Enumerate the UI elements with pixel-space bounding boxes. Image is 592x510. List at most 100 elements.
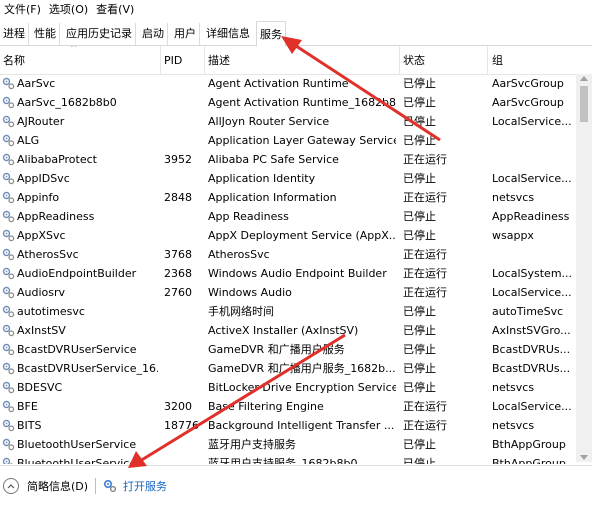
vertical-scrollbar[interactable] [576,74,592,462]
table-row[interactable]: AarSvc Agent Activation Runtime 已停止 AarSvcG… [0,74,576,93]
table-row[interactable]: BFE 3200 Base Filtering Engine 正在运行 LocalSer… [0,397,576,416]
service-pid: 2368 [164,267,192,280]
service-name: AarSvc_1682b8b0 [17,96,117,109]
column-header-group[interactable]: 组 [489,46,578,74]
tab-details[interactable]: 详细信息 [203,23,253,45]
service-group: netsvcs [492,419,535,432]
menu-file[interactable]: 文件(F) [0,0,45,20]
table-row[interactable]: BDESVC BitLocker Drive Encryption Service… [0,378,576,397]
service-name: BcastDVRUserService [17,343,137,356]
service-description: 手机网络时间 [208,305,274,318]
service-pid [164,112,204,131]
table-row[interactable]: AlibabaProtect 3952 Alibaba PC Safe Servic… [0,150,576,169]
service-name: BluetoothUserService_... [17,457,153,464]
scrollbar-thumb[interactable] [580,86,588,122]
table-row[interactable]: ALG Application Layer Gateway Service 已停止 [0,131,576,150]
service-name-cell: AarSvc_1682b8b0 [0,93,158,112]
service-name-cell: BcastDVRUserService_16... [0,359,158,378]
service-group: LocalSystem... [492,267,573,280]
column-header-status[interactable]: 状态 [400,46,488,74]
table-row[interactable]: AtherosSvc 3768 AtherosSvc 正在运行 [0,245,576,264]
tab-services[interactable]: 服务 [256,21,286,47]
services-gear-icon [103,479,117,493]
table-row[interactable]: AppIDSvc Application Identity 已停止 LocalServ… [0,169,576,188]
service-status: 已停止 [403,96,436,109]
table-row[interactable]: AarSvc_1682b8b0 Agent Activation Runtime_… [0,93,576,112]
service-name: BDESVC [17,381,63,394]
table-row[interactable]: Audiosrv 2760 Windows Audio 正在运行 LocalServic… [0,283,576,302]
table-row[interactable]: AxInstSV ActiveX Installer (AxInstSV) 已停止 A… [0,321,576,340]
service-status: 已停止 [403,457,436,464]
service-name: AppReadiness [17,210,95,223]
service-pid [164,226,204,245]
service-pid [164,321,204,340]
service-description: Application Layer Gateway Service [208,134,396,147]
service-status: 正在运行 [403,191,447,204]
service-group: AxInstSVGro... [492,324,571,337]
tab-processes[interactable]: 进程 [0,23,29,45]
service-name-cell: AarSvc [0,74,158,93]
table-row[interactable]: autotimesvc 手机网络时间 已停止 autoTimeSvc [0,302,576,321]
service-group: AppReadiness [492,210,570,223]
service-pid [164,340,204,359]
service-status: 已停止 [403,305,436,318]
service-status: 已停止 [403,438,436,451]
service-name-cell: AtherosSvc [0,245,158,264]
menu-bar: 文件(F) 选项(O) 查看(V) [0,0,592,20]
menu-view[interactable]: 查看(V) [92,0,138,20]
service-pid: 18776 [164,419,199,432]
service-status: 已停止 [403,324,436,337]
table-row[interactable]: BluetoothUserService_... 蓝牙用户支持服务_1682b8b… [0,454,576,464]
tab-startup[interactable]: 启动 [139,23,168,45]
service-group: wsappx [492,229,534,242]
service-description: GameDVR 和广播用户服务_1682b... [208,362,396,375]
service-group: AarSvcGroup [492,96,564,109]
service-group: BcastDVRUs... [492,362,571,375]
column-header-description[interactable]: 描述 [205,46,400,74]
scroll-down-icon[interactable] [580,455,588,460]
table-row[interactable]: BcastDVRUserService_16... GameDVR 和广播用户服务… [0,359,576,378]
tab-performance[interactable]: 性能 [31,23,60,45]
scroll-up-icon[interactable] [580,76,588,81]
table-row[interactable]: BITS 18776 Background Intelligent Transfer… [0,416,576,435]
table-row[interactable]: BcastDVRUserService GameDVR 和广播用户服务 已停止 Bca… [0,340,576,359]
table-row[interactable]: AJRouter AllJoyn Router Service 已停止 LocalSe… [0,112,576,131]
service-name-cell: AxInstSV [0,321,158,340]
service-group: LocalService... [492,400,572,413]
service-description: Application Information [208,191,337,204]
service-name-cell: Appinfo [0,188,158,207]
column-header-name[interactable]: 名称 [0,46,161,74]
table-row[interactable]: AppXSvc AppX Deployment Service (AppX... 已… [0,226,576,245]
service-description: 蓝牙用户支持服务 [208,438,296,451]
table-row[interactable]: AudioEndpointBuilder 2368 Windows Audio En… [0,264,576,283]
menu-options[interactable]: 选项(O) [45,0,92,20]
fewer-details-button[interactable]: 简略信息(D) [3,476,88,496]
service-name: BFE [17,400,38,413]
service-name-cell: BluetoothUserService [0,435,158,454]
tab-app-history[interactable]: 应用历史记录 [63,23,136,45]
tab-users[interactable]: 用户 [171,23,200,45]
table-row[interactable]: AppReadiness App Readiness 已停止 AppReadiness [0,207,576,226]
service-pid [164,74,204,93]
tab-strip: 进程 性能 应用历史记录 启动 用户 详细信息 服务 [0,21,592,47]
footer-bar: 简略信息(D) 打开服务 [0,465,592,510]
table-row[interactable]: Appinfo 2848 Application Information 正在运行 ne… [0,188,576,207]
service-name: AudioEndpointBuilder [17,267,137,280]
service-description: AllJoyn Router Service [208,115,330,128]
open-services-link[interactable]: 打开服务 [103,476,167,496]
table-row[interactable]: BluetoothUserService 蓝牙用户支持服务 已停止 BthAppGro… [0,435,576,454]
service-name-cell: AlibabaProtect [0,150,158,169]
fewer-details-label: 简略信息(D) [27,480,89,493]
service-name: Audiosrv [17,286,66,299]
service-status: 正在运行 [403,419,447,432]
service-status: 正在运行 [403,248,447,261]
column-header-pid[interactable]: PID [161,46,205,74]
service-pid: 3200 [164,400,192,413]
service-group: AarSvcGroup [492,77,564,90]
service-name-cell: autotimesvc [0,302,158,321]
service-name: AtherosSvc [17,248,79,261]
service-name-cell: AppReadiness [0,207,158,226]
service-pid: 3768 [164,248,192,261]
service-name-cell: BITS [0,416,158,435]
service-name: AppIDSvc [17,172,70,185]
